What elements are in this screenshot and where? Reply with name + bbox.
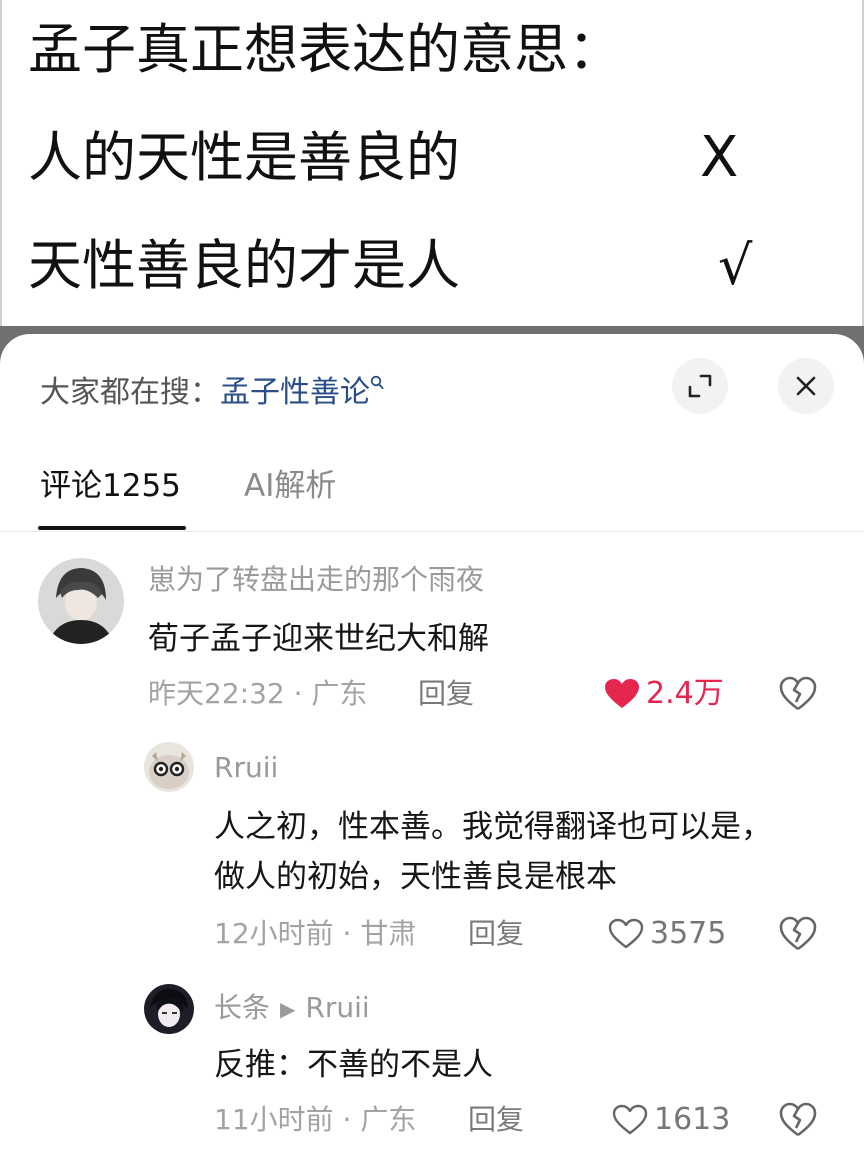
broken-heart-icon[interactable] (778, 1100, 818, 1140)
reply-to-arrow-icon: ▶ (280, 997, 296, 1021)
tab-ai-analysis[interactable]: AI解析 (244, 466, 336, 506)
trending-search-label: 大家都在搜： (40, 375, 220, 410)
comment-text-line-1: 人之初，性本善。我觉得翻译也可以是， (214, 809, 772, 845)
close-icon (796, 376, 816, 396)
reply-author[interactable]: 长条 (214, 991, 270, 1024)
reply-button[interactable]: 回复 (468, 1102, 524, 1138)
heart-filled-icon (605, 679, 639, 708)
tab-divider (0, 531, 864, 532)
trending-search-term[interactable]: 孟子性善论 (220, 375, 370, 410)
like-button[interactable]: 1613 (612, 1102, 730, 1138)
avatar[interactable] (144, 742, 194, 792)
comment-time-location: 昨天22:32 · 广东 (148, 677, 368, 710)
active-tab-indicator (38, 526, 186, 530)
reply-button[interactable]: 回复 (418, 676, 474, 712)
broken-heart-icon[interactable] (778, 914, 818, 954)
comment-time-location: 12小时前 · 甘肃 (214, 917, 417, 950)
like-count: 3575 (650, 916, 727, 951)
close-button[interactable] (778, 358, 834, 414)
comment-time-location: 11小时前 · 广东 (214, 1103, 417, 1136)
like-button[interactable]: 2.4万 (604, 676, 724, 712)
like-count: 1613 (654, 1102, 731, 1137)
trending-search[interactable]: 大家都在搜：孟子性善论 (40, 366, 384, 413)
avatar[interactable] (144, 984, 194, 1034)
comment-username: 长条 ▶ Rruii (214, 990, 370, 1027)
check-mark: √ (718, 234, 753, 297)
heart-outline-icon (608, 918, 644, 949)
like-count: 2.4万 (646, 676, 724, 711)
comment-sheet: 大家都在搜：孟子性善论 评论1255 AI解析 崽为了转盘出走的那个雨夜 荀子孟… (0, 334, 864, 1160)
cross-mark: X (700, 125, 739, 190)
search-icon (370, 375, 384, 396)
comment-text: 荀子孟子迎来世纪大和解 (148, 621, 489, 657)
tab-comments[interactable]: 评论1255 (40, 466, 181, 506)
avatar[interactable] (38, 558, 124, 644)
expand-icon (688, 374, 712, 398)
broken-heart-icon[interactable] (778, 674, 818, 714)
comment-username[interactable]: 崽为了转盘出走的那个雨夜 (148, 562, 484, 598)
expand-button[interactable] (672, 358, 728, 414)
reply-target[interactable]: Rruii (305, 991, 369, 1024)
caption-line-1: 孟子真正想表达的意思： (28, 18, 622, 81)
heart-outline-icon (612, 1104, 648, 1135)
comment-username[interactable]: Rruii (214, 750, 278, 786)
like-button[interactable]: 3575 (608, 916, 726, 952)
comment-text-line-2: 做人的初始，天性善良是根本 (214, 859, 617, 895)
caption-image: 孟子真正想表达的意思： 人的天性是善良的 X 天性善良的才是人 √ (0, 0, 864, 326)
caption-line-2: 人的天性是善良的 (28, 126, 460, 189)
comment-text: 反推：不善的不是人 (214, 1047, 493, 1083)
caption-line-3: 天性善良的才是人 (28, 234, 460, 297)
reply-button[interactable]: 回复 (468, 916, 524, 952)
